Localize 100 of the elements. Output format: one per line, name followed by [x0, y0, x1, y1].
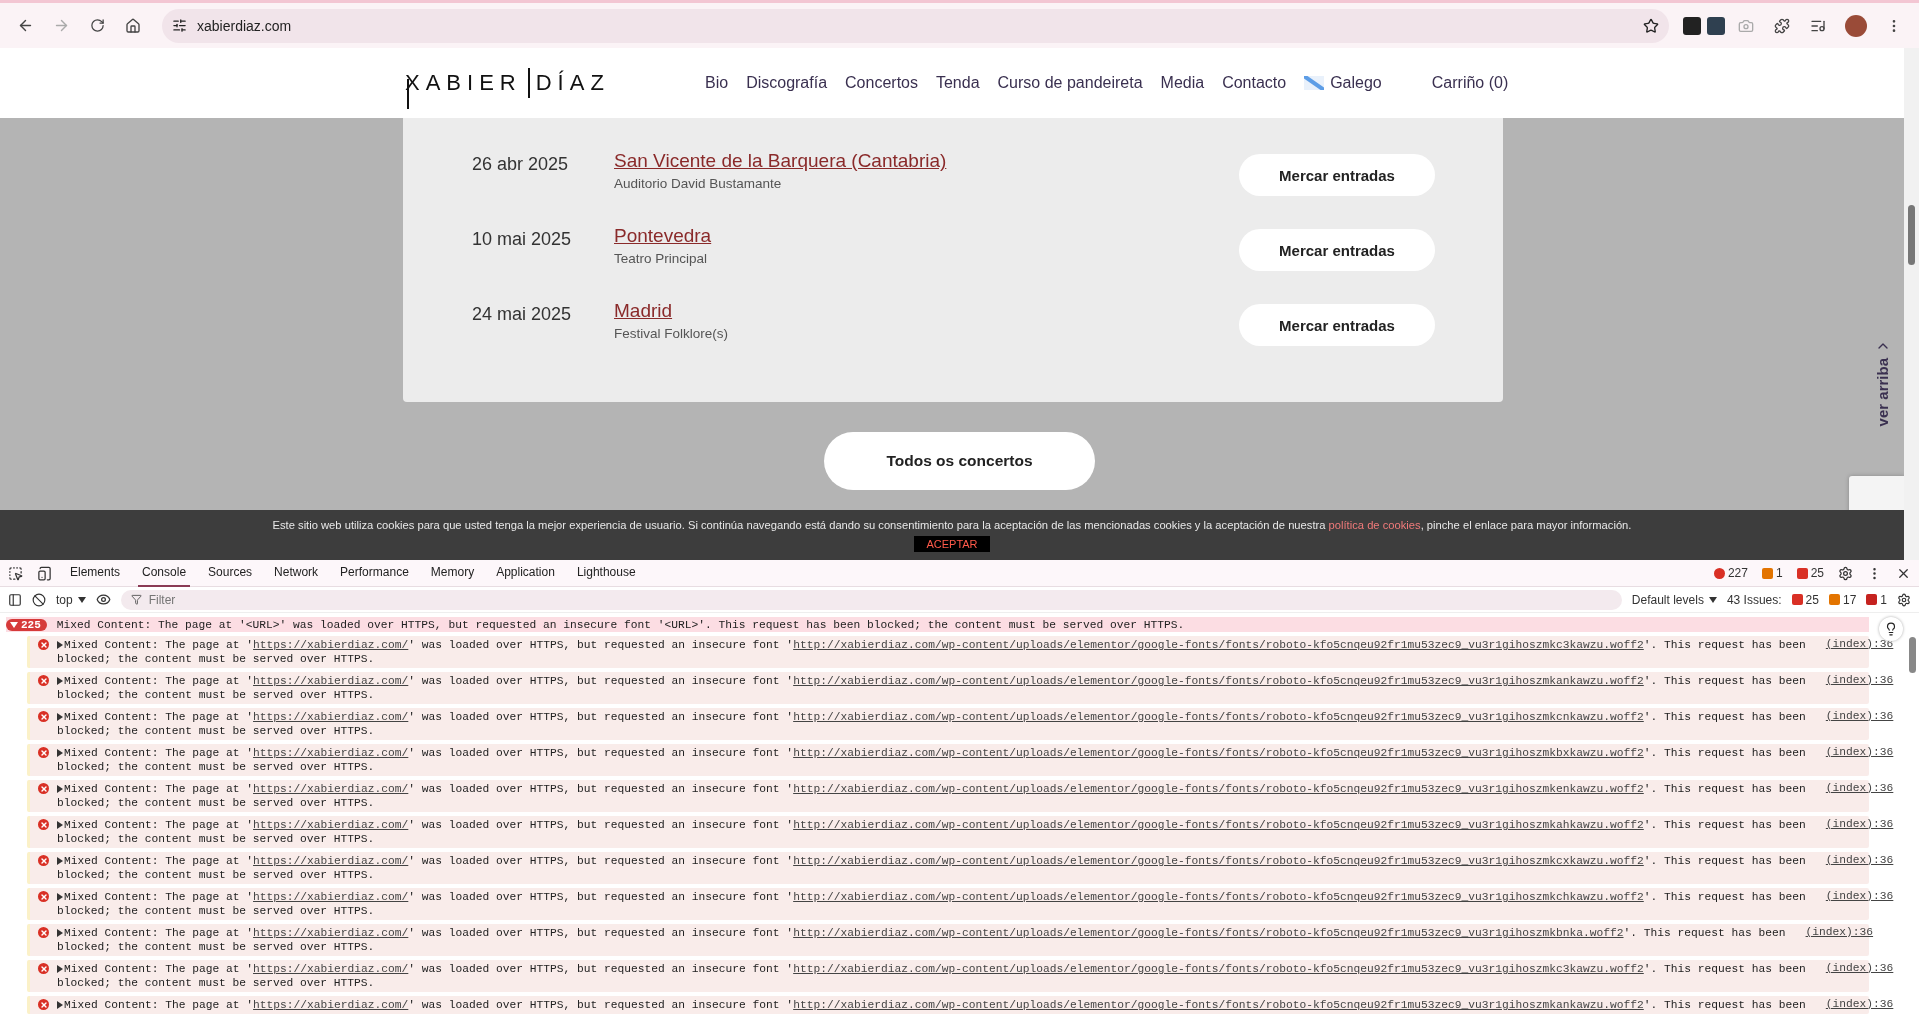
devtools-tab[interactable]: Elements	[66, 559, 125, 587]
extension-icon[interactable]	[1707, 16, 1725, 35]
expand-triangle-icon[interactable]	[57, 821, 63, 829]
page-url-link[interactable]: https://xabierdiaz.com/	[253, 962, 409, 976]
concert-city-link[interactable]: Pontevedra	[614, 225, 1239, 247]
source-link[interactable]: (index):36	[1805, 746, 1894, 758]
clear-console-icon[interactable]	[32, 592, 46, 607]
nav-link[interactable]: Contacto	[1222, 74, 1287, 92]
source-link[interactable]: (index):36	[1805, 818, 1894, 830]
font-url-link[interactable]: http://xabierdiaz.com/wp-content/uploads/elementor/google-fonts/fonts/roboto-kfo5cnqeu92fr1mu53zec9_vu3r1gihoszmkchkawzu.woff2	[793, 890, 1644, 904]
devtools-tab[interactable]: Performance	[336, 559, 413, 587]
lightbulb-icon[interactable]	[1879, 617, 1903, 641]
expand-triangle-icon[interactable]	[57, 965, 63, 973]
page-url-link[interactable]: https://xabierdiaz.com/	[253, 818, 409, 832]
source-link[interactable]: (index):36	[1805, 638, 1894, 650]
font-url-link[interactable]: http://xabierdiaz.com/wp-content/uploads/elementor/google-fonts/fonts/roboto-kfo5cnqeu92fr1mu53zec9_vu3r1gihoszmkankawzu.woff2	[793, 998, 1644, 1012]
source-link[interactable]: (index):36	[1805, 710, 1894, 722]
issue-error-count[interactable]: 25	[1791, 592, 1819, 607]
expand-triangle-icon[interactable]	[57, 677, 63, 685]
expand-triangle-icon[interactable]	[57, 1001, 63, 1009]
issue-info-count[interactable]: 1	[1866, 592, 1887, 607]
page-url-link[interactable]: https://xabierdiaz.com/	[253, 926, 409, 940]
warning-count[interactable]: 1	[1761, 566, 1783, 580]
devtools-tab[interactable]: Network	[270, 559, 323, 587]
issue-count[interactable]: 25	[1796, 566, 1824, 580]
concert-city-link[interactable]: San Vicente de la Barquera (Cantabria)	[614, 150, 1239, 172]
page-url-link[interactable]: https://xabierdiaz.com/	[253, 710, 409, 724]
expand-triangle-icon[interactable]	[57, 713, 63, 721]
page-url-link[interactable]: https://xabierdiaz.com/	[253, 746, 409, 760]
error-icon	[38, 855, 49, 866]
bookmark-star-icon[interactable]	[1643, 17, 1659, 34]
font-url-link[interactable]: http://xabierdiaz.com/wp-content/uploads/elementor/google-fonts/fonts/roboto-kfo5cnqeu92fr1mu53zec9_vu3r1gihoszmkbnka.woff2	[793, 926, 1624, 940]
filter-icon	[130, 593, 142, 605]
accept-button[interactable]: ACEPTAR	[914, 535, 990, 552]
page-url-link[interactable]: https://xabierdiaz.com/	[253, 998, 409, 1012]
nav-link[interactable]: Media	[1160, 74, 1205, 92]
source-link[interactable]: (index):36	[1805, 998, 1894, 1010]
console-message: ' was loaded over HTTPS, but requested an insecure font '	[408, 926, 794, 940]
devtools-tab[interactable]: Memory	[426, 559, 479, 587]
devtools-tab[interactable]: Sources	[204, 559, 257, 587]
buy-tickets-button[interactable]: Mercar entradas	[1239, 229, 1435, 271]
eye-icon[interactable]	[95, 592, 111, 607]
expand-triangle-icon[interactable]	[57, 749, 63, 757]
font-url-link[interactable]: http://xabierdiaz.com/wp-content/uploads/elementor/google-fonts/fonts/roboto-kfo5cnqeu92fr1mu53zec9_vu3r1gihoszmkc3kawzu.woff2	[793, 638, 1644, 652]
levels-dropdown[interactable]: Default levels	[1631, 592, 1717, 607]
extension-icon[interactable]	[1683, 16, 1701, 35]
cookie-policy-link[interactable]: política de cookies	[1328, 518, 1421, 531]
inspect-icon[interactable]	[8, 565, 23, 581]
profile-avatar[interactable]	[1845, 14, 1867, 37]
nav-link[interactable]: Bio	[705, 74, 729, 92]
site-settings-icon[interactable]	[172, 18, 187, 33]
page-url-link[interactable]: https://xabierdiaz.com/	[253, 854, 409, 868]
devtools-tab[interactable]: Lighthouse	[572, 559, 640, 587]
scrollbar-thumb[interactable]	[1909, 637, 1916, 673]
group-count-badge[interactable]: 225	[6, 618, 47, 631]
console-settings-icon[interactable]	[1897, 592, 1911, 607]
source-link[interactable]: (index):36	[1785, 926, 1874, 938]
error-icon	[38, 963, 49, 974]
nav-link[interactable]: Tenda	[935, 74, 980, 92]
source-link[interactable]: (index):36	[1805, 890, 1894, 902]
language-link[interactable]: Galego	[1304, 74, 1382, 92]
devtools-tab[interactable]: Application	[492, 559, 559, 587]
error-count[interactable]: 227	[1713, 566, 1748, 580]
font-url-link[interactable]: http://xabierdiaz.com/wp-content/uploads/elementor/google-fonts/fonts/roboto-kfo5cnqeu92fr1mu53zec9_vu3r1gihoszmkcnkawzu.woff2	[793, 710, 1644, 724]
font-url-link[interactable]: http://xabierdiaz.com/wp-content/uploads/elementor/google-fonts/fonts/roboto-kfo5cnqeu92fr1mu53zec9_vu3r1gihoszmkbxkawzu.woff2	[793, 746, 1644, 760]
nav-link[interactable]: Curso de pandeireta	[997, 74, 1143, 92]
devtools-tab[interactable]: Console	[138, 559, 191, 587]
nav-link[interactable]: Discografía	[746, 74, 828, 92]
concert-city-link[interactable]: Madrid	[614, 300, 1239, 322]
settings-icon[interactable]	[1838, 565, 1853, 581]
console-message: blocked; the content must be served over HTTPS.	[57, 940, 375, 954]
issue-warning-count[interactable]: 17	[1828, 592, 1857, 607]
all-concerts-button[interactable]: Todos os concertos	[824, 432, 1095, 490]
source-link[interactable]: (index):36	[1805, 962, 1894, 974]
source-link[interactable]: (index):36	[1805, 782, 1894, 794]
page-url-link[interactable]: https://xabierdiaz.com/	[253, 890, 409, 904]
expand-triangle-icon[interactable]	[57, 893, 63, 901]
buy-tickets-button[interactable]: Mercar entradas	[1239, 154, 1435, 196]
font-url-link[interactable]: http://xabierdiaz.com/wp-content/uploads/elementor/google-fonts/fonts/roboto-kfo5cnqeu92fr1mu53zec9_vu3r1gihoszmkahkawzu.woff2	[793, 818, 1644, 832]
expand-triangle-icon[interactable]	[57, 857, 63, 865]
back-to-top-link[interactable]: ver arriba	[1874, 338, 1891, 427]
expand-triangle-icon[interactable]	[57, 641, 63, 649]
expand-triangle-icon[interactable]	[57, 785, 63, 793]
page-url-link[interactable]: https://xabierdiaz.com/	[253, 782, 409, 796]
font-url-link[interactable]: http://xabierdiaz.com/wp-content/uploads/elementor/google-fonts/fonts/roboto-kfo5cnqeu92fr1mu53zec9_vu3r1gihoszmkankawzu.woff2	[793, 674, 1644, 688]
font-url-link[interactable]: http://xabierdiaz.com/wp-content/uploads/elementor/google-fonts/fonts/roboto-kfo5cnqeu92fr1mu53zec9_vu3r1gihoszmkcxkawzu.woff2	[793, 854, 1644, 868]
font-url-link[interactable]: http://xabierdiaz.com/wp-content/uploads/elementor/google-fonts/fonts/roboto-kfo5cnqeu92fr1mu53zec9_vu3r1gihoszmkc3kawzu.woff2	[793, 962, 1644, 976]
buy-tickets-button[interactable]: Mercar entradas	[1239, 304, 1435, 346]
device-toolbar-icon[interactable]	[37, 565, 52, 581]
nav-link[interactable]: Concertos	[845, 74, 918, 92]
expand-triangle-icon[interactable]	[57, 929, 63, 937]
cart-link[interactable]: Carriño (0)	[1431, 74, 1509, 92]
context-dropdown[interactable]: top	[56, 592, 86, 607]
source-link[interactable]: (index):36	[1805, 674, 1894, 686]
filter-field[interactable]: Filter	[120, 589, 1622, 610]
sidebar-icon[interactable]	[8, 592, 22, 607]
page-url-link[interactable]: https://xabierdiaz.com/	[253, 638, 409, 652]
font-url-link[interactable]: http://xabierdiaz.com/wp-content/uploads/elementor/google-fonts/fonts/roboto-kfo5cnqeu92fr1mu53zec9_vu3r1gihoszmkenkawzu.woff2	[793, 782, 1644, 796]
page-url-link[interactable]: https://xabierdiaz.com/	[253, 674, 409, 688]
source-link[interactable]: (index):36	[1805, 854, 1894, 866]
